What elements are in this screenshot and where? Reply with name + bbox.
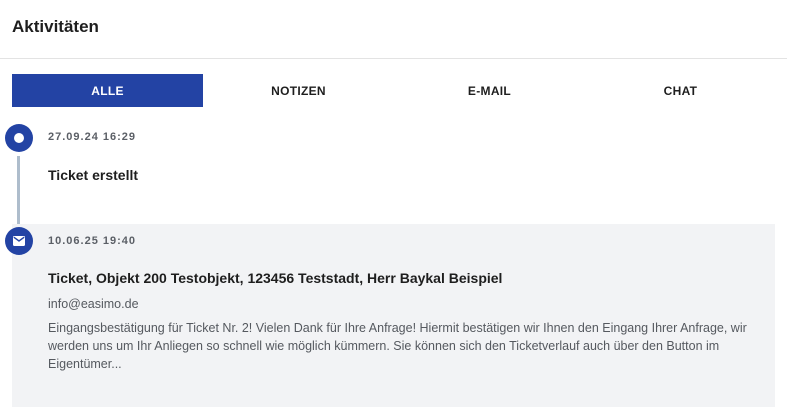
- timeline-event[interactable]: 27.09.24 16:29 Ticket erstellt: [0, 120, 787, 224]
- event-timestamp: 27.09.24 16:29: [48, 131, 137, 143]
- timeline-event[interactable]: 10.06.25 19:40 Ticket, Objekt 200 Testob…: [5, 224, 775, 407]
- event-title: Ticket erstellt: [48, 167, 139, 183]
- page-title: Aktivitäten: [12, 17, 99, 36]
- event-title: Ticket, Objekt 200 Testobjekt, 123456 Te…: [48, 270, 503, 286]
- event-body-preview: Eingangsbestätigung für Ticket Nr. 2! Vi…: [48, 321, 747, 371]
- tab-notizen[interactable]: NOTIZEN: [203, 74, 394, 107]
- header: Aktivitäten: [0, 0, 787, 59]
- tab-alle[interactable]: ALLE: [12, 74, 203, 107]
- event-sender: info@easimo.de: [48, 297, 139, 311]
- envelope-icon: [5, 227, 33, 255]
- tab-chat[interactable]: CHAT: [585, 74, 776, 107]
- event-timestamp: 10.06.25 19:40: [48, 235, 137, 247]
- tab-e-mail[interactable]: E-MAIL: [394, 74, 585, 107]
- activity-tabs: ALLE NOTIZEN E-MAIL CHAT: [12, 74, 776, 107]
- circle-dot-icon: [5, 124, 33, 152]
